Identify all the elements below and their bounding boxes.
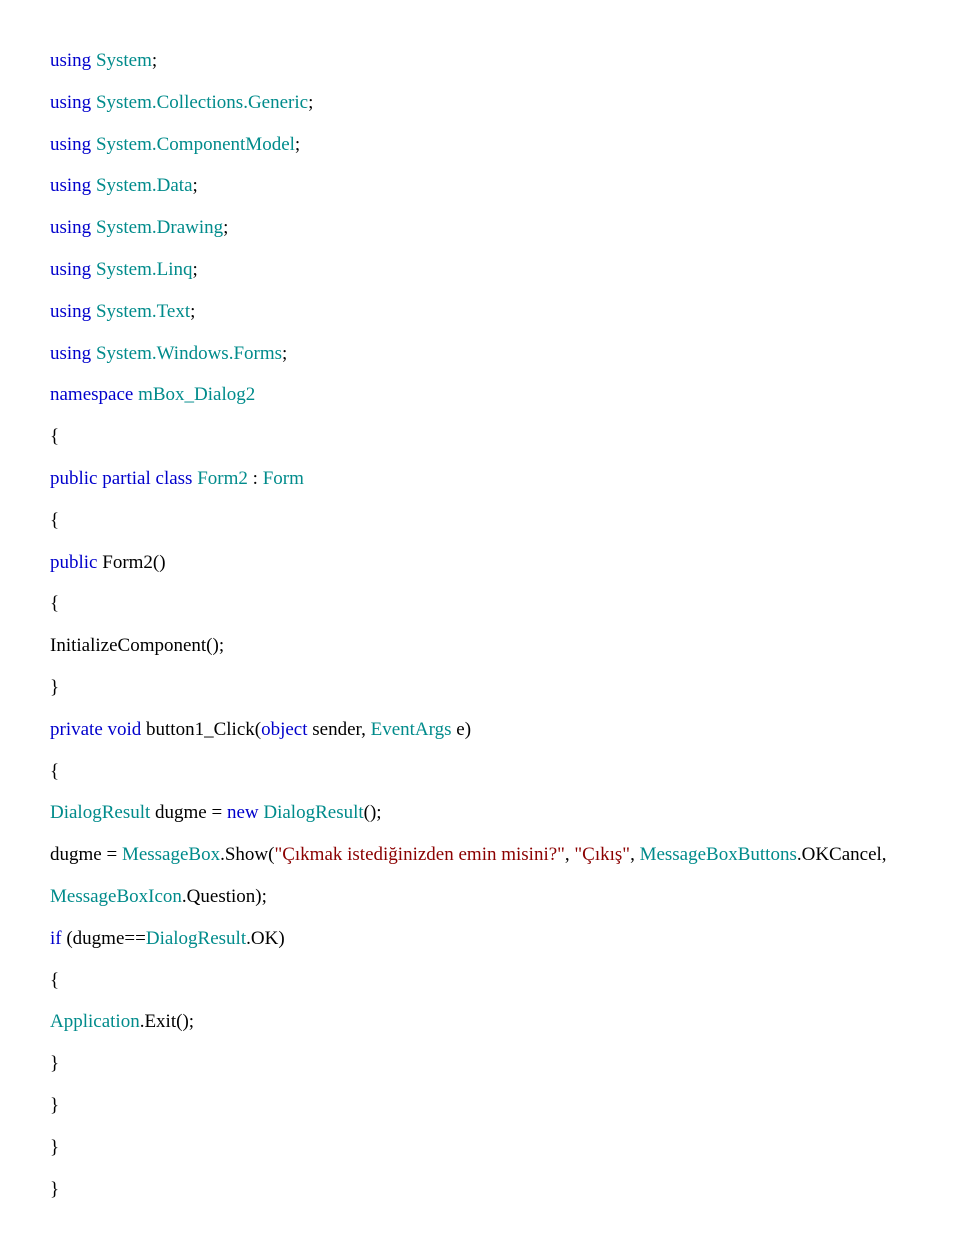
code-line: { <box>50 416 910 458</box>
code-token: { <box>50 510 59 531</box>
code-token: DialogResult <box>50 802 150 823</box>
code-line: using System.Data; <box>50 165 910 207</box>
code-token: using <box>50 92 91 113</box>
code-token: "Çıkış" <box>574 844 630 865</box>
code-token: MessageBoxButtons <box>640 844 797 865</box>
code-token: { <box>50 426 59 447</box>
code-token: ; <box>223 217 228 238</box>
code-token: InitializeComponent(); <box>50 635 224 656</box>
code-token: namespace <box>50 384 133 405</box>
code-token: new <box>227 802 259 823</box>
code-token: DialogResult <box>263 802 363 823</box>
code-token: Form <box>263 468 304 489</box>
code-token: using <box>50 217 91 238</box>
code-line: } <box>50 667 910 709</box>
code-token: DialogResult <box>146 928 246 949</box>
code-token: System.Data <box>96 175 193 196</box>
code-token: ; <box>295 134 300 155</box>
code-line: dugme = MessageBox.Show("Çıkmak istediği… <box>50 834 910 876</box>
code-token: System.Text <box>96 301 190 322</box>
code-line: using System.Drawing; <box>50 207 910 249</box>
code-token: .OKCancel, <box>797 844 891 865</box>
code-token: ; <box>193 175 198 196</box>
code-token: ; <box>308 92 313 113</box>
code-token: "Çıkmak istediğinizden emin misini?" <box>274 844 564 865</box>
code-token: public <box>50 552 98 573</box>
code-token: System <box>96 50 152 71</box>
code-line: DialogResult dugme = new DialogResult(); <box>50 792 910 834</box>
code-token: private void <box>50 719 141 740</box>
code-token: (); <box>364 802 382 823</box>
code-line: } <box>50 1043 910 1085</box>
code-line: Application.Exit(); <box>50 1001 910 1043</box>
code-line: if (dugme==DialogResult.OK) <box>50 918 910 960</box>
code-token: Form2() <box>98 552 166 573</box>
code-line: public partial class Form2 : Form <box>50 458 910 500</box>
code-token: .Exit(); <box>140 1011 194 1032</box>
code-line: using System.Text; <box>50 291 910 333</box>
code-token: ; <box>190 301 195 322</box>
code-token: using <box>50 50 91 71</box>
code-token: .OK) <box>246 928 285 949</box>
code-token: , <box>630 844 640 865</box>
code-token: dugme = <box>50 844 122 865</box>
code-token: Form2 <box>197 468 248 489</box>
code-line: MessageBoxIcon.Question); <box>50 876 910 918</box>
code-token: } <box>50 1137 59 1158</box>
code-token: using <box>50 175 91 196</box>
code-token: ; <box>152 50 157 71</box>
code-token: System.Linq <box>96 259 193 280</box>
code-token: e) <box>452 719 472 740</box>
code-token: } <box>50 677 59 698</box>
code-token: System.Windows.Forms <box>96 343 282 364</box>
code-line: using System.Linq; <box>50 249 910 291</box>
code-token: object <box>261 719 307 740</box>
code-line: } <box>50 1127 910 1169</box>
code-token: .Show( <box>220 844 274 865</box>
code-line: InitializeComponent(); <box>50 625 910 667</box>
code-line: using System; <box>50 40 910 82</box>
code-token: using <box>50 134 91 155</box>
code-token: ; <box>282 343 287 364</box>
code-line: } <box>50 1085 910 1127</box>
code-token: EventArgs <box>371 719 452 740</box>
code-line: using System.Collections.Generic; <box>50 82 910 124</box>
code-token: { <box>50 970 59 991</box>
code-token: if <box>50 928 62 949</box>
code-line: { <box>50 583 910 625</box>
code-token: (dugme== <box>62 928 146 949</box>
code-token: sender, <box>308 719 371 740</box>
code-token: { <box>50 593 59 614</box>
code-line: { <box>50 751 910 793</box>
code-token: MessageBoxIcon <box>50 886 182 907</box>
code-token: using <box>50 301 91 322</box>
code-token: { <box>50 761 59 782</box>
code-line: namespace mBox_Dialog2 <box>50 374 910 416</box>
code-line: using System.Windows.Forms; <box>50 333 910 375</box>
code-token: System.Drawing <box>96 217 223 238</box>
code-token: } <box>50 1095 59 1116</box>
code-line: private void button1_Click(object sender… <box>50 709 910 751</box>
code-token: ; <box>193 259 198 280</box>
code-token: : <box>248 468 263 489</box>
code-token: button1_Click( <box>141 719 261 740</box>
code-token: using <box>50 343 91 364</box>
code-token: , <box>565 844 575 865</box>
code-token: System.Collections.Generic <box>96 92 308 113</box>
code-line: { <box>50 960 910 1002</box>
code-token: dugme = <box>150 802 227 823</box>
code-token: mBox_Dialog2 <box>138 384 255 405</box>
code-line: using System.ComponentModel; <box>50 124 910 166</box>
code-token: .Question); <box>182 886 267 907</box>
code-token: System.ComponentModel <box>96 134 295 155</box>
code-line: } <box>50 1169 910 1211</box>
code-token: public partial class <box>50 468 192 489</box>
code-line: { <box>50 500 910 542</box>
code-token: } <box>50 1179 59 1200</box>
code-token: using <box>50 259 91 280</box>
code-line: public Form2() <box>50 542 910 584</box>
code-token: } <box>50 1053 59 1074</box>
code-token: MessageBox <box>122 844 220 865</box>
code-token: Application <box>50 1011 140 1032</box>
